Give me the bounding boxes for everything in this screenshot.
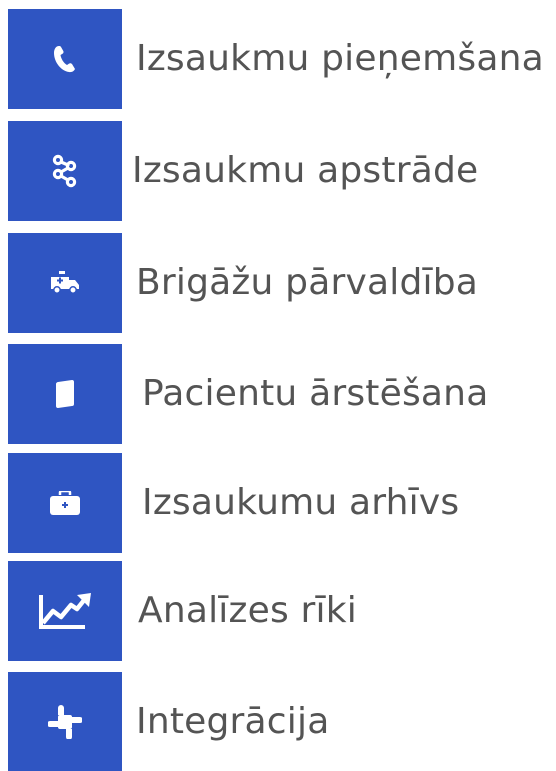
menu-item-label: Pacientu ārstēšana [142, 373, 489, 414]
workflow-icon [52, 154, 78, 188]
menu-item-label: Izsaukumu arhīvs [142, 482, 460, 523]
menu-item-label: Izsaukmu apstrāde [132, 150, 479, 191]
chart-trend-icon [37, 591, 93, 631]
medical-kit-icon [50, 491, 80, 515]
menu-tile [8, 672, 122, 771]
menu-tile [8, 453, 122, 553]
menu-item-label: Integrācija [136, 701, 330, 742]
integration-icon [48, 705, 82, 739]
menu-item-integration[interactable]: Integrācija [8, 672, 548, 771]
menu-tile [8, 9, 122, 109]
menu-item-label: Brigāžu pārvaldība [136, 262, 479, 303]
menu-item-analysis-tools[interactable]: Analīzes rīki [8, 561, 548, 661]
menu-tile [8, 344, 122, 444]
menu-tile [8, 561, 122, 661]
menu-item-patient-treatment[interactable]: Pacientu ārstēšana [8, 344, 548, 444]
menu-item-call-processing[interactable]: Izsaukmu apstrāde [8, 121, 548, 221]
menu-item-call-reception[interactable]: Izsaukmu pieņemšana [8, 9, 548, 109]
phone-icon [52, 44, 78, 74]
ambulance-icon [49, 271, 81, 295]
menu-item-call-archive[interactable]: Izsaukumu arhīvs [8, 453, 548, 553]
main-menu: Izsaukmu pieņemšana Izsaukmu apstrāde Br… [0, 0, 556, 771]
menu-item-label: Izsaukmu pieņemšana [136, 38, 544, 79]
menu-tile [8, 121, 122, 221]
menu-item-brigade-management[interactable]: Brigāžu pārvaldība [8, 233, 548, 333]
folder-icon [54, 380, 76, 408]
menu-tile [8, 233, 122, 333]
menu-item-label: Analīzes rīki [138, 590, 358, 631]
